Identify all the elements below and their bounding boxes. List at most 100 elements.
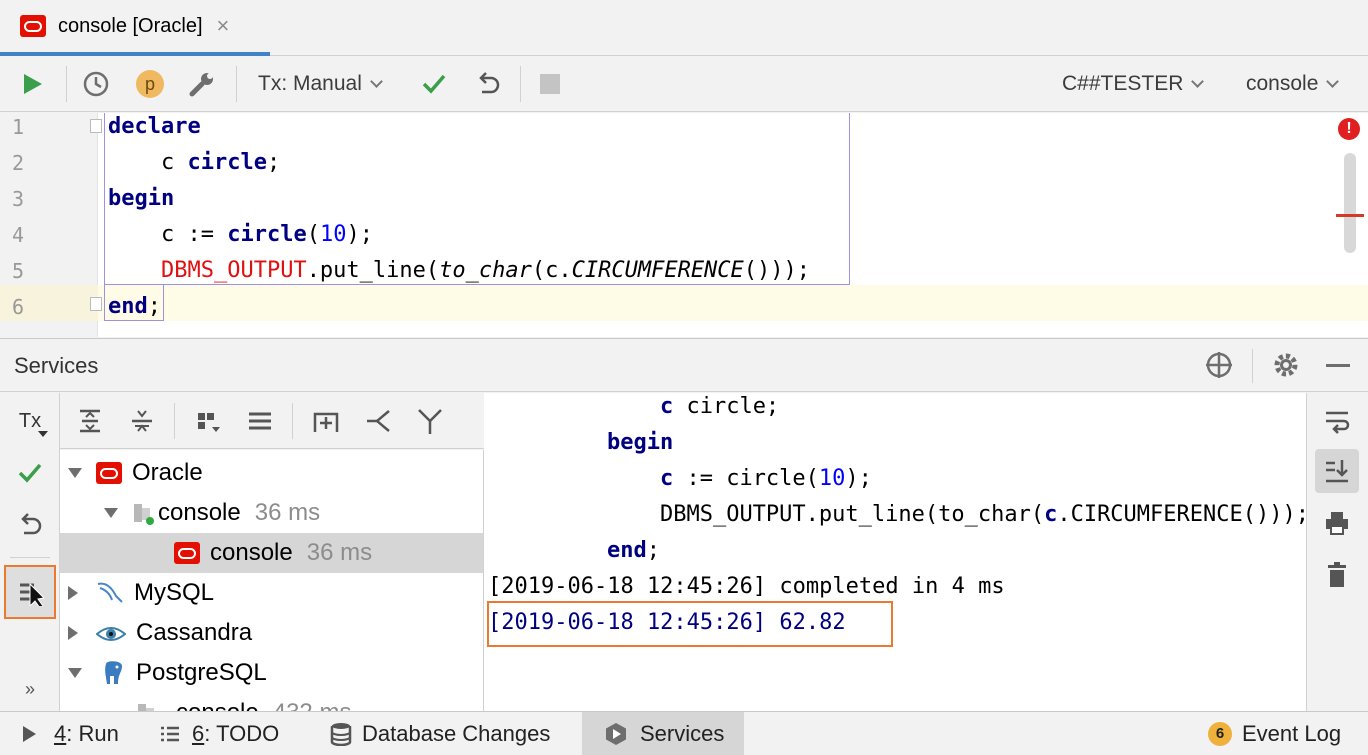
gear-icon[interactable]	[1272, 351, 1300, 379]
settings-button[interactable]	[188, 56, 216, 112]
execute-button[interactable]	[20, 56, 44, 112]
tree-node-label: console	[210, 539, 293, 566]
code-line-6: end;	[108, 294, 161, 319]
tab-label: console [Oracle]	[58, 14, 203, 37]
output-line: c := circle(10);	[659, 466, 872, 491]
output-line: c circle;	[659, 394, 780, 419]
collapse-all-icon	[132, 410, 152, 432]
add-service-button[interactable]	[306, 401, 346, 441]
event-log-button[interactable]: 6 Event Log	[1208, 712, 1341, 755]
rollback-button[interactable]	[8, 503, 52, 547]
stop-button[interactable]	[540, 56, 560, 112]
parameters-button[interactable]: p	[136, 56, 164, 112]
services-tree: Oracle console 36 ms console 36 ms MySQL…	[60, 450, 484, 711]
tree-node-postgresql[interactable]: PostgreSQL	[60, 653, 483, 693]
schema-dropdown[interactable]: C##TESTER	[1062, 56, 1205, 112]
services-tree-toolbar	[60, 393, 484, 449]
clock-icon	[83, 71, 109, 97]
tree-node-oracle[interactable]: Oracle	[60, 453, 483, 493]
todo-number: 6	[192, 720, 205, 746]
tab-console-oracle[interactable]: console [Oracle] ×	[0, 0, 270, 56]
tree-node-cassandra[interactable]: Cassandra	[60, 613, 483, 653]
merge-button[interactable]	[410, 401, 450, 441]
scroll-to-end-button[interactable]	[1315, 449, 1359, 493]
oracle-icon	[20, 15, 46, 37]
tree-node-console-selected[interactable]: console 36 ms	[60, 533, 483, 573]
tree-node-time: 36 ms	[306, 539, 373, 566]
tx-button[interactable]: Tx	[8, 399, 52, 443]
more-tools-button[interactable]: »	[8, 667, 52, 711]
tree-node-session[interactable]: console 36 ms	[60, 493, 483, 533]
expand-arrow-icon[interactable]	[68, 468, 82, 478]
commit-button[interactable]	[8, 451, 52, 495]
chevron-down-icon	[1326, 74, 1340, 88]
tx-mode-dropdown[interactable]: Tx: Manual	[258, 56, 383, 112]
expand-arrow-icon[interactable]	[68, 626, 78, 640]
editor-scrollbar[interactable]	[1344, 153, 1356, 253]
list-icon	[249, 412, 271, 430]
session-label: console	[1246, 72, 1319, 95]
line-number: 4	[12, 223, 25, 247]
run-label: : Run	[66, 720, 119, 746]
tree-node-mysql[interactable]: MySQL	[60, 573, 483, 613]
fold-marker-icon[interactable]	[90, 297, 102, 311]
stop-icon	[540, 74, 560, 94]
open-in-new-tab-button[interactable]	[358, 401, 398, 441]
database-changes-button[interactable]: Database Changes	[330, 712, 550, 755]
code-line-2: c circle;	[108, 150, 281, 175]
expand-arrow-icon[interactable]	[68, 586, 78, 600]
run-tool-button[interactable]: 4 : Run	[20, 712, 119, 755]
commit-button[interactable]	[420, 56, 448, 112]
merge-icon	[418, 409, 442, 434]
error-stripe-mark[interactable]	[1336, 214, 1364, 217]
schema-label: C##TESTER	[1062, 72, 1184, 95]
code-line-4: c := circle(10);	[108, 222, 373, 247]
mysql-icon	[96, 580, 124, 606]
show-output-button[interactable]	[4, 565, 56, 619]
more-label: »	[24, 678, 35, 699]
code-line-1: declare	[108, 114, 201, 139]
split-left-icon	[367, 410, 390, 432]
todo-label: : TODO	[204, 720, 280, 746]
sql-editor[interactable]: 1 2 3 4 5 6 declare c circle; begin c :=…	[0, 113, 1368, 337]
code-line-5: DBMS_OUTPUT.put_line(to_char(c.CIRCUMFER…	[160, 258, 811, 283]
group-by-button[interactable]	[188, 401, 228, 441]
output-console[interactable]: c circle; begin c := circle(10); DBMS_OU…	[484, 393, 1306, 711]
services-header: Services	[0, 338, 1368, 392]
services-tool-button[interactable]: Services	[582, 712, 744, 755]
close-icon[interactable]: ×	[217, 13, 230, 39]
tree-node-label: MySQL	[134, 579, 215, 606]
rollback-button[interactable]	[474, 56, 502, 112]
line-number: 6	[12, 295, 25, 319]
result-highlight-box	[487, 601, 893, 647]
database-icon	[330, 722, 352, 746]
soft-wrap-button[interactable]	[1315, 399, 1359, 443]
session-dropdown[interactable]: console	[1246, 56, 1340, 112]
history-button[interactable]	[82, 56, 110, 112]
error-indicator-icon[interactable]: !	[1338, 118, 1360, 140]
list-view-button[interactable]	[240, 401, 280, 441]
session-icon	[138, 702, 158, 711]
crosshair-icon[interactable]	[1204, 350, 1234, 380]
clear-all-button[interactable]	[1315, 553, 1359, 597]
expand-arrow-icon[interactable]	[104, 508, 118, 518]
list-icon	[161, 726, 179, 741]
undo-icon	[21, 513, 42, 535]
output-line: begin	[606, 430, 674, 455]
expand-arrow-icon[interactable]	[68, 668, 82, 678]
print-button[interactable]	[1315, 501, 1359, 545]
tree-node-label: Cassandra	[136, 619, 253, 646]
trash-icon	[1328, 562, 1346, 587]
tree-node-postgres-session[interactable]: console 432 ms	[60, 693, 483, 711]
services-label: Services	[640, 720, 725, 746]
event-count-badge: 6	[1208, 721, 1232, 746]
run-number: 4	[54, 720, 67, 746]
expand-all-button[interactable]	[70, 401, 110, 441]
minimize-icon[interactable]	[1326, 364, 1350, 367]
fold-marker-icon[interactable]	[90, 119, 102, 133]
cassandra-eye-icon	[95, 623, 127, 643]
collapse-all-button[interactable]	[122, 401, 162, 441]
services-left-toolbar: Tx »	[0, 393, 60, 711]
todo-tool-button[interactable]: 6 : TODO	[160, 712, 279, 755]
editor-tab-bar: console [Oracle] ×	[0, 0, 1368, 56]
